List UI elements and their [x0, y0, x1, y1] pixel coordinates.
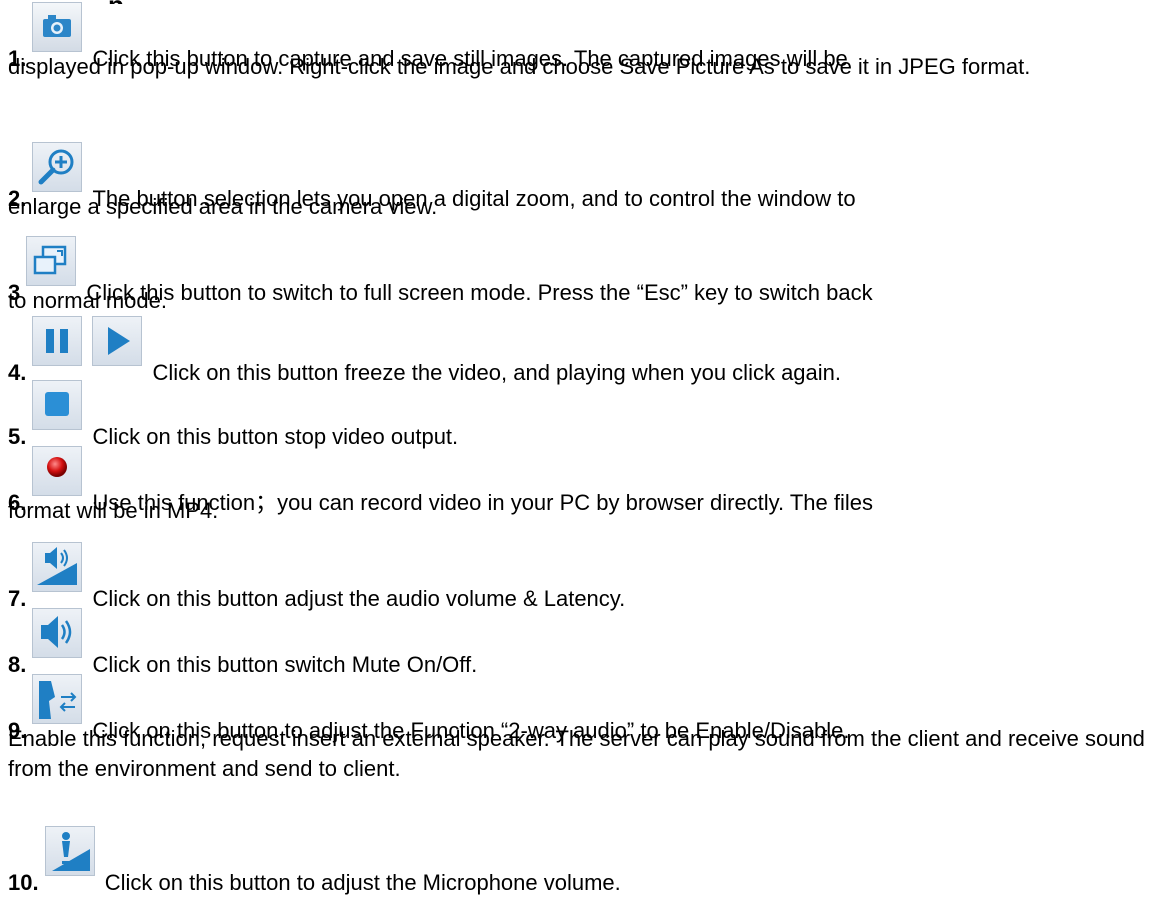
item-text-line1: The button selection lets you open a dig… — [92, 186, 856, 211]
item-number: 3 — [8, 280, 21, 305]
item-text-line1: Click this button to capture and save st… — [92, 46, 848, 71]
list-item-2: 2. The button selection lets you open a … — [8, 142, 1168, 222]
volume-adjust-icon — [32, 542, 83, 592]
item-number: 10. — [8, 870, 39, 895]
item-number: 9. — [8, 718, 27, 743]
list-item-4: 4. Click on this button freeze the video… — [8, 316, 1168, 385]
list-item-3: 3 Click this button to switch to full sc… — [8, 236, 1168, 316]
play-icon — [92, 316, 143, 366]
zoom-in-icon — [32, 142, 83, 192]
camera-icon — [32, 2, 83, 52]
two-way-audio-icon — [32, 674, 83, 724]
fullscreen-icon — [26, 236, 77, 286]
item-text-line1: Use this function；you can record video i… — [92, 490, 874, 515]
microphone-volume-icon — [44, 826, 95, 876]
item-text-line1: Click this button to switch to full scre… — [86, 280, 873, 305]
list-item-8: 8. Click on this button switch Mute On/O… — [8, 608, 1168, 677]
list-item-10: 10. Click on this button to adjust the M… — [8, 826, 1168, 895]
list-item-9: 9. Click on this button to adjust the Fu… — [8, 674, 1168, 784]
record-icon — [32, 446, 83, 496]
item-number: 2. — [8, 186, 27, 211]
pause-icon — [32, 316, 83, 366]
speaker-icon — [32, 608, 83, 658]
list-item-6: 6. Use this function；you can record vide… — [8, 446, 1168, 526]
item-number: 6. — [8, 490, 27, 515]
list-item-1: 1. Click this button to capture and save… — [8, 2, 1168, 82]
item-number: 1. — [8, 46, 27, 71]
item-text-line1: Click on this button to adjust the Funct… — [92, 718, 850, 743]
list-item-7: 7. Click on this button adjust the audio… — [8, 542, 1168, 611]
stop-icon — [32, 380, 83, 430]
list-item-5: 5. Click on this button stop video outpu… — [8, 380, 1168, 449]
item-text-line1: Click on this button to adjust the Micro… — [104, 870, 621, 895]
